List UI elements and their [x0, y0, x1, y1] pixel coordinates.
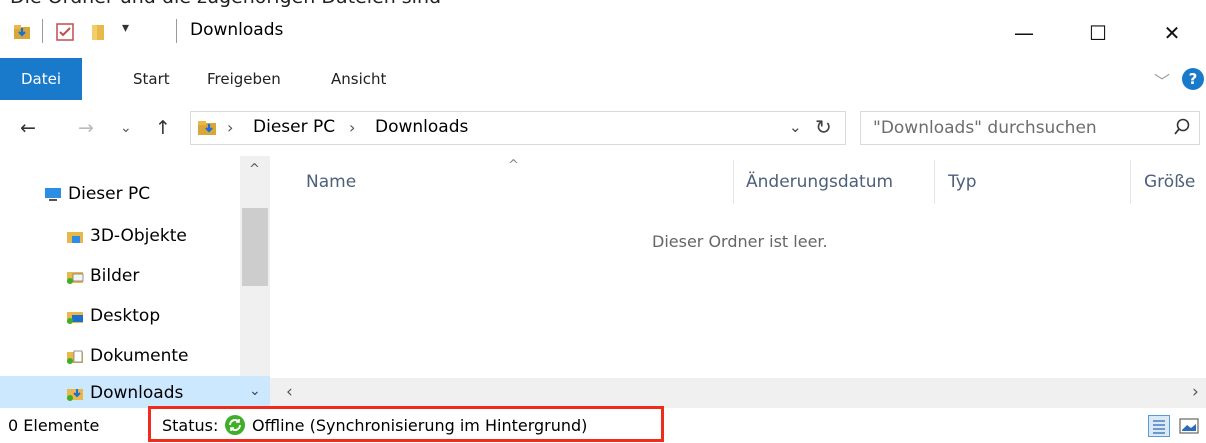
maximize-icon: ☐	[1089, 21, 1107, 45]
close-icon: ✕	[1163, 21, 1181, 45]
help-icon[interactable]: ?	[1182, 68, 1204, 90]
nav-item-dieser-pc[interactable]: Dieser PC	[0, 174, 240, 214]
column-header-label: Name	[306, 172, 357, 192]
nav-item-label: Bilder	[90, 266, 140, 286]
scroll-up-arrow-icon[interactable]: ^	[249, 162, 260, 177]
large-icons-view-button[interactable]	[1178, 415, 1200, 437]
breadcrumb-dieser-pc[interactable]: Dieser PC	[253, 117, 335, 137]
nav-item-label: Dokumente	[90, 346, 189, 366]
column-divider[interactable]	[1130, 160, 1131, 204]
column-header-date[interactable]: Änderungsdatum	[746, 160, 893, 204]
pictures-folder-icon	[67, 271, 84, 284]
details-view-button[interactable]	[1148, 415, 1170, 437]
horizontal-scrollbar[interactable]: ‹ ›	[270, 378, 1206, 408]
scroll-left-arrow-icon[interactable]: ‹	[286, 382, 293, 402]
scroll-down-arrow-icon[interactable]: ⌄	[249, 383, 261, 399]
item-count: 0 Elemente	[8, 416, 100, 435]
pc-icon	[45, 187, 61, 201]
column-divider[interactable]	[733, 160, 734, 204]
navigation-pane: Dieser PC 3D-Objekte Bilder Desktop Doku…	[0, 156, 270, 410]
search-box[interactable]: "Downloads" durchsuchen	[860, 111, 1200, 145]
column-header-label: Änderungsdatum	[746, 172, 894, 192]
search-input[interactable]: "Downloads" durchsuchen	[873, 118, 1097, 138]
breadcrumb-downloads[interactable]: Downloads	[375, 117, 468, 137]
recent-locations-chevron-icon[interactable]: ⌄	[120, 120, 132, 136]
quick-access-new-folder-icon[interactable]	[88, 22, 108, 42]
tab-datei[interactable]: Datei	[0, 58, 82, 100]
nav-item-3d-objekte[interactable]: 3D-Objekte	[0, 216, 240, 256]
back-arrow-icon[interactable]: ←	[20, 117, 36, 139]
column-header-label: Typ	[948, 172, 977, 192]
large-icons-view-icon	[1179, 418, 1199, 434]
tab-freigeben[interactable]: Freigeben	[207, 58, 281, 100]
breadcrumb-separator-icon: ›	[349, 118, 356, 137]
window-title: Downloads	[190, 20, 284, 40]
tab-label: Ansicht	[331, 70, 387, 88]
desktop-folder-icon	[67, 311, 83, 324]
breadcrumb-separator-icon: ›	[227, 118, 234, 137]
address-bar[interactable]: › Dieser PC › Downloads ⌄ ↻	[190, 111, 846, 145]
status-highlight-annotation	[148, 406, 664, 442]
scroll-right-arrow-icon[interactable]: ›	[1192, 382, 1199, 402]
quick-access-customize-icon[interactable]: ▾	[122, 20, 129, 36]
forward-arrow-icon[interactable]: →	[78, 117, 94, 139]
column-header-label: Größe	[1144, 172, 1196, 192]
ribbon-tabs: Datei Start Freigeben Ansicht ﹀ ?	[0, 58, 1206, 101]
downloads-folder-icon	[67, 388, 83, 401]
tab-ansicht[interactable]: Ansicht	[331, 58, 386, 100]
3d-objects-folder-icon	[67, 231, 83, 243]
nav-scroll-down[interactable]: ⌄	[240, 376, 270, 408]
maximize-button[interactable]: ☐	[1062, 8, 1134, 58]
top-caption-text: Die Ordner und die zugehörigen Dateien s…	[10, 0, 441, 8]
nav-item-downloads[interactable]: Downloads	[0, 376, 270, 410]
close-button[interactable]: ✕	[1136, 8, 1206, 58]
tab-label: Start	[133, 70, 170, 88]
clipped-top-caption: Die Ordner und die zugehörigen Dateien s…	[0, 0, 1206, 8]
details-view-icon	[1153, 420, 1165, 434]
nav-item-label: Desktop	[90, 306, 161, 326]
nav-item-bilder[interactable]: Bilder	[0, 256, 240, 296]
address-history-chevron-icon[interactable]: ⌄	[789, 118, 802, 136]
nav-item-desktop[interactable]: Desktop	[0, 296, 240, 336]
file-list	[270, 156, 1206, 408]
column-header-type[interactable]: Typ	[948, 160, 977, 204]
minimize-button[interactable]: —	[988, 8, 1060, 58]
column-header-name[interactable]: Name	[306, 160, 356, 204]
refresh-icon[interactable]: ↻	[815, 115, 832, 139]
nav-scrollbar[interactable]: ^	[240, 156, 270, 376]
qa-separator	[42, 19, 43, 43]
nav-item-label: Dieser PC	[68, 184, 151, 204]
nav-scrollbar-thumb[interactable]	[242, 208, 268, 286]
minimize-icon: —	[1014, 21, 1034, 45]
tab-label: Datei	[20, 70, 62, 88]
address-row: ← → ⌄ ↑ › Dieser PC › Downloads ⌄ ↻ "Dow…	[0, 100, 1206, 156]
column-divider[interactable]	[934, 160, 935, 204]
quick-access-properties-icon[interactable]	[55, 22, 75, 42]
column-header-size[interactable]: Größe	[1144, 160, 1195, 204]
tab-start[interactable]: Start	[133, 58, 170, 100]
sort-ascending-icon: ^	[508, 158, 519, 173]
quick-access-downloads-icon[interactable]	[12, 22, 32, 42]
search-icon[interactable]	[1173, 117, 1191, 137]
documents-folder-icon	[67, 350, 83, 364]
downloads-folder-icon	[197, 119, 219, 137]
expand-ribbon-chevron-icon[interactable]: ﹀	[1154, 68, 1170, 92]
tab-label: Freigeben	[207, 70, 281, 88]
nav-item-label: 3D-Objekte	[90, 226, 187, 246]
nav-item-dokumente[interactable]: Dokumente	[0, 336, 240, 376]
empty-folder-message: Dieser Ordner ist leer.	[652, 232, 828, 251]
qa-separator-2	[176, 19, 177, 43]
up-arrow-icon[interactable]: ↑	[155, 117, 171, 139]
nav-item-label: Downloads	[90, 383, 184, 403]
